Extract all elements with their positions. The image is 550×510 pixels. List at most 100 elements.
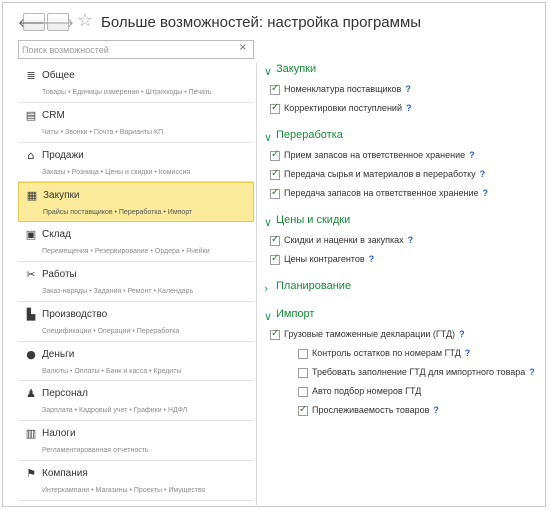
search-input[interactable] bbox=[22, 42, 232, 57]
group-title[interactable]: Цены и скидки bbox=[276, 214, 350, 226]
option-label[interactable]: Контроль остатков по номерам ГТД? bbox=[312, 348, 470, 358]
window-title: Больше возможностей: настройка программы bbox=[101, 14, 422, 31]
option-checkbox[interactable] bbox=[270, 253, 280, 265]
option-checkbox[interactable] bbox=[270, 234, 280, 246]
chevron-down-icon[interactable]: ∨ bbox=[264, 131, 272, 144]
settings-window: 🡐 🡒 ☆ Больше возможностей: настройка про… bbox=[2, 2, 546, 507]
group-header[interactable]: › Планирование bbox=[264, 278, 544, 299]
sidebar-item[interactable]: ▥ Налоги Регламентированная отчетность bbox=[18, 421, 254, 461]
option-row: Прием запасов на ответственное хранение? bbox=[264, 148, 544, 167]
option-label[interactable]: Корректировки поступлений? bbox=[284, 103, 411, 113]
sidebar-item-subtitle[interactable]: Зарплата • Кадровый учет • Графики • НДФ… bbox=[42, 407, 187, 414]
sidebar-item-name: Склад bbox=[42, 229, 71, 241]
sidebar-item[interactable]: ▤ CRM Чаты • Звонки • Почта • Варианты КП bbox=[18, 103, 254, 143]
sidebar-item[interactable]: ▣ Склад Перемещения • Резервирование • Орд… bbox=[18, 222, 254, 262]
group-header[interactable]: ∨ Закупки bbox=[264, 61, 544, 82]
sidebar-item[interactable]: ● Деньги Валюты • Оплаты • Банк и касса • … bbox=[18, 342, 254, 382]
sidebar-item-name: Производство bbox=[42, 308, 108, 320]
option-label[interactable]: Передача запасов на ответственное хранен… bbox=[284, 188, 488, 198]
option-checkbox[interactable] bbox=[298, 349, 308, 359]
help-icon[interactable]: ? bbox=[408, 235, 414, 245]
option-label-text: Грузовые таможенные декларации (ГТД) bbox=[284, 329, 456, 339]
sidebar-item-subtitle[interactable]: Спецификации • Операции • Переработка bbox=[42, 328, 179, 335]
group-header[interactable]: ∨ Переработка bbox=[264, 127, 544, 148]
sidebar-item[interactable]: ⌂ Продажи Заказы • Розница • Цены и скидки… bbox=[18, 143, 254, 183]
chevron-down-icon[interactable]: ∨ bbox=[264, 65, 272, 78]
option-label[interactable]: Скидки и наценки в закупках? bbox=[284, 235, 413, 245]
group-header[interactable]: ∨ Цены и скидки bbox=[264, 212, 544, 233]
help-icon[interactable]: ? bbox=[465, 348, 471, 358]
sidebar-item[interactable]: ⚑ Компания Интеркампани • Магазины • Проек… bbox=[18, 461, 254, 501]
group-title[interactable]: Переработка bbox=[276, 129, 343, 141]
sidebar-item-name: Налоги bbox=[42, 428, 76, 440]
help-icon[interactable]: ? bbox=[469, 150, 475, 160]
chevron-right-icon[interactable]: › bbox=[264, 282, 268, 295]
arrow-right-icon: 🡒 bbox=[41, 15, 75, 30]
option-checkbox[interactable] bbox=[270, 168, 280, 180]
chevron-down-icon[interactable]: ∨ bbox=[264, 216, 272, 229]
help-icon[interactable]: ? bbox=[529, 367, 535, 377]
sidebar-item[interactable]: ≣ Общее Товары • Единицы измерения • Штрих… bbox=[18, 63, 254, 103]
sidebar-item-subtitle[interactable]: Заказы • Розница • Цены и скидки • Комис… bbox=[42, 169, 190, 176]
option-checkbox[interactable] bbox=[270, 102, 280, 114]
group-title[interactable]: Закупки bbox=[276, 63, 316, 75]
option-checkbox[interactable] bbox=[298, 368, 308, 378]
sidebar-item-subtitle[interactable]: Товары • Единицы измерения • Штрихкоды •… bbox=[42, 89, 212, 96]
list-icon: ≣ bbox=[26, 69, 36, 82]
sidebar-item-name: Общее bbox=[42, 70, 75, 81]
option-label-text: Прием запасов на ответственное хранение bbox=[284, 150, 466, 160]
forward-button[interactable]: 🡒 bbox=[42, 13, 74, 31]
sidebar-item-subtitle[interactable]: Заказ-наряды • Задания • Ремонт • Календ… bbox=[42, 288, 193, 295]
option-checkbox[interactable] bbox=[298, 404, 308, 416]
option-label[interactable]: Передача сырья и материалов в переработк… bbox=[284, 169, 485, 179]
help-icon[interactable]: ? bbox=[405, 84, 411, 94]
option-label[interactable]: Прослеживаемость товаров? bbox=[312, 405, 439, 415]
chevron-down-icon[interactable]: ∨ bbox=[264, 310, 272, 323]
option-label[interactable]: Прием запасов на ответственное хранение? bbox=[284, 150, 475, 160]
option-row: Контроль остатков по номерам ГТД? bbox=[264, 346, 544, 365]
option-label-text: Передача сырья и материалов в переработк… bbox=[284, 169, 476, 179]
help-icon[interactable]: ? bbox=[406, 103, 412, 113]
sidebar-item-subtitle[interactable]: Интеркампани • Магазины • Проекты • Имущ… bbox=[42, 487, 206, 494]
sidebar-item[interactable]: ▦ Закупки Прайсы поставщиков • Переработка… bbox=[18, 182, 254, 223]
sidebar-item-name: Деньги bbox=[42, 348, 75, 360]
group-header[interactable]: ∨ Импорт bbox=[264, 306, 544, 327]
sidebar-item[interactable]: ✂ Работы Заказ-наряды • Задания • Ремонт •… bbox=[18, 262, 254, 302]
option-checkbox[interactable] bbox=[270, 328, 280, 340]
option-label-text: Номенклатура поставщиков bbox=[284, 84, 402, 94]
sidebar-item-subtitle[interactable]: Перемещения • Резервирование • Ордера • … bbox=[42, 248, 210, 255]
sidebar-item[interactable]: ▙ Производство Спецификации • Операции • П… bbox=[18, 302, 254, 342]
option-row: Прослеживаемость товаров? bbox=[264, 403, 544, 422]
sidebar-item-subtitle[interactable]: Прайсы поставщиков • Переработка • Импор… bbox=[43, 209, 192, 216]
help-icon[interactable]: ? bbox=[459, 329, 465, 339]
group-title[interactable]: Планирование bbox=[276, 280, 351, 292]
sidebar-item-subtitle[interactable]: Регламентированная отчетность bbox=[42, 447, 149, 454]
option-label[interactable]: Авто подбор номеров ГТД bbox=[312, 386, 421, 396]
help-icon[interactable]: ? bbox=[433, 405, 439, 415]
option-checkbox[interactable] bbox=[270, 83, 280, 95]
help-icon[interactable]: ? bbox=[369, 254, 375, 264]
sidebar-item[interactable]: ♟ Персонал Зарплата • Кадровый учет • Граф… bbox=[18, 381, 254, 422]
clear-search-icon[interactable]: × bbox=[239, 42, 247, 53]
option-label-text: Цены контрагентов bbox=[284, 254, 365, 264]
help-icon[interactable]: ? bbox=[480, 169, 486, 179]
sidebar-item-subtitle[interactable]: Валюты • Оплаты • Банк и касса • Кредиты bbox=[42, 368, 181, 375]
option-label[interactable]: Требовать заполнение ГТД для импортного … bbox=[312, 367, 535, 377]
help-icon[interactable]: ? bbox=[483, 188, 489, 198]
category-sidebar: ≣ Общее Товары • Единицы измерения • Штрих… bbox=[18, 63, 254, 501]
option-checkbox[interactable] bbox=[270, 187, 280, 199]
money-icon: ● bbox=[26, 347, 36, 361]
option-label[interactable]: Цены контрагентов? bbox=[284, 254, 374, 264]
flag-icon: ⚑ bbox=[26, 466, 36, 480]
option-label-text: Корректировки поступлений bbox=[284, 103, 402, 113]
sidebar-item-subtitle[interactable]: Чаты • Звонки • Почта • Варианты КП bbox=[42, 129, 163, 136]
option-label[interactable]: Грузовые таможенные декларации (ГТД)? bbox=[284, 329, 465, 339]
option-label[interactable]: Номенклатура поставщиков? bbox=[284, 84, 411, 94]
option-checkbox[interactable] bbox=[270, 149, 280, 161]
favorite-star-icon[interactable]: ☆ bbox=[77, 11, 93, 31]
store-icon: ⌂ bbox=[27, 148, 35, 162]
option-label-text: Авто подбор номеров ГТД bbox=[312, 386, 422, 396]
group-title[interactable]: Импорт bbox=[276, 308, 314, 320]
option-label-text: Скидки и наценки в закупках bbox=[284, 235, 404, 245]
option-checkbox[interactable] bbox=[298, 387, 308, 397]
